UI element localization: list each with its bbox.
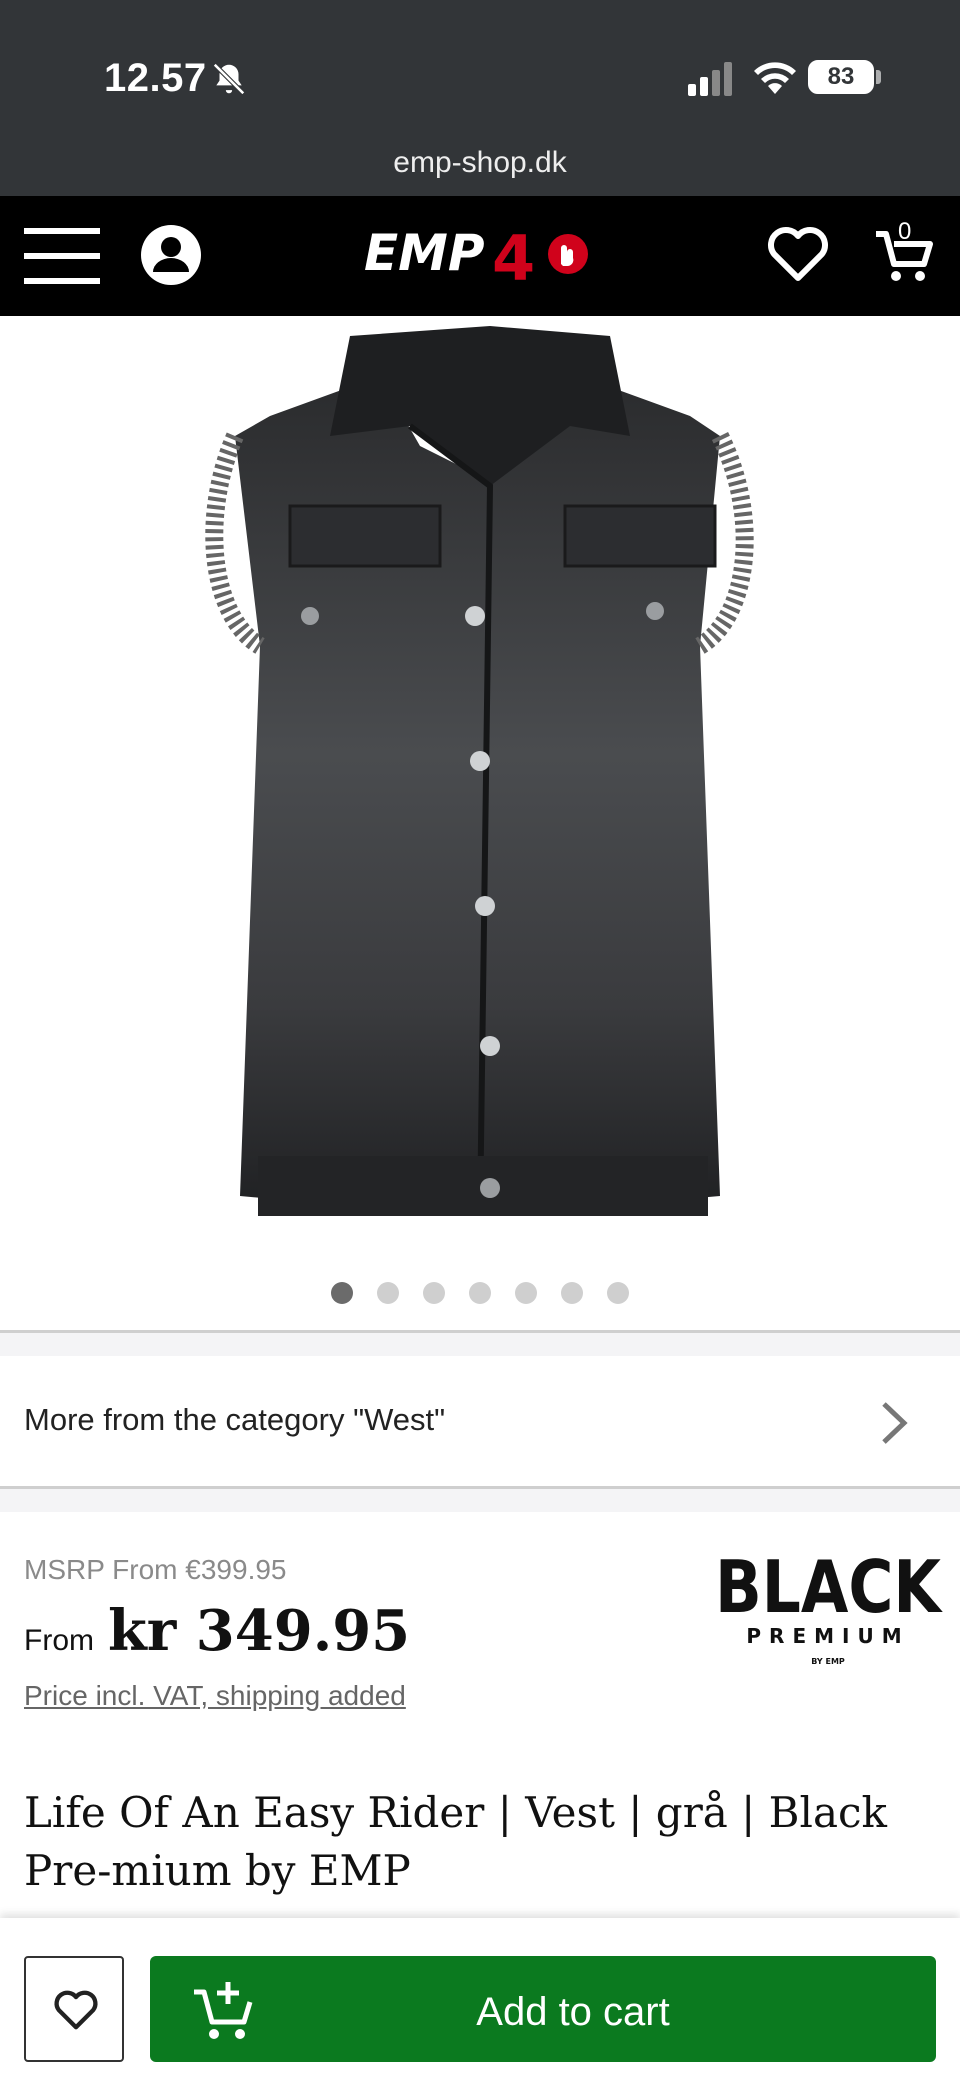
product-photo-vest[interactable] [160,316,800,1236]
wifi-icon [754,62,796,94]
cell-signal-icon [688,62,732,96]
sticky-cart-bar: Add to cart [0,1918,960,2087]
gallery-dot[interactable] [515,1282,537,1304]
emp-logo[interactable]: EMP 4 [362,218,602,296]
gallery-dot[interactable] [377,1282,399,1304]
section-gap [0,1333,960,1356]
category-link[interactable]: More from the category "West" [0,1356,960,1486]
product-title: Life Of An Easy Rider | Vest | grå | Bla… [24,1788,887,1895]
cart-count: 0 [898,218,912,245]
vat-info-link[interactable]: Price incl. VAT, shipping added [24,1680,406,1712]
svg-text:EMP: EMP [364,224,485,282]
add-to-cart-button[interactable]: Add to cart [150,1956,936,2062]
menu-icon[interactable] [24,228,100,284]
from-label: From [24,1624,94,1657]
clock: 12.57 [104,56,207,100]
svg-text:4: 4 [492,222,535,295]
category-link-label: More from the category "West" [24,1402,446,1437]
status-bar: 12.57 83 emp-shop.dk [0,0,960,196]
product-info: MSRP From €399.95 From kr 349.95 Price i… [0,1512,960,1912]
battery-indicator: 83 [808,60,874,94]
gallery-dot[interactable] [607,1282,629,1304]
url-bar[interactable]: emp-shop.dk [0,146,960,180]
brand-by: BY EMP [811,1657,845,1666]
msrp-price: MSRP From €399.95 [24,1554,287,1585]
chevron-right-icon [882,1402,908,1444]
brand-name: BLACK [715,1545,943,1629]
gallery-dot[interactable] [561,1282,583,1304]
site-header: EMP 4 0 [0,196,960,316]
add-to-cart-label: Add to cart [476,1990,670,2034]
gallery-dot[interactable] [469,1282,491,1304]
bell-muted-icon [213,63,245,95]
brand-sub: PREMIUM [746,1624,909,1648]
gallery-pagination [0,1282,960,1306]
add-to-wishlist-button[interactable] [24,1956,124,2062]
heart-icon [54,1990,98,2030]
product-gallery[interactable] [0,316,960,1548]
section-gap [0,1489,960,1512]
gallery-dot[interactable] [423,1282,445,1304]
gallery-dot[interactable] [331,1282,353,1304]
account-icon[interactable] [140,224,202,286]
wishlist-icon[interactable] [766,224,830,284]
current-price: kr 349.95 [108,1598,411,1664]
battery-tip [876,70,881,84]
brand-logo[interactable]: BLACK PREMIUM BY EMP [710,1540,946,1670]
